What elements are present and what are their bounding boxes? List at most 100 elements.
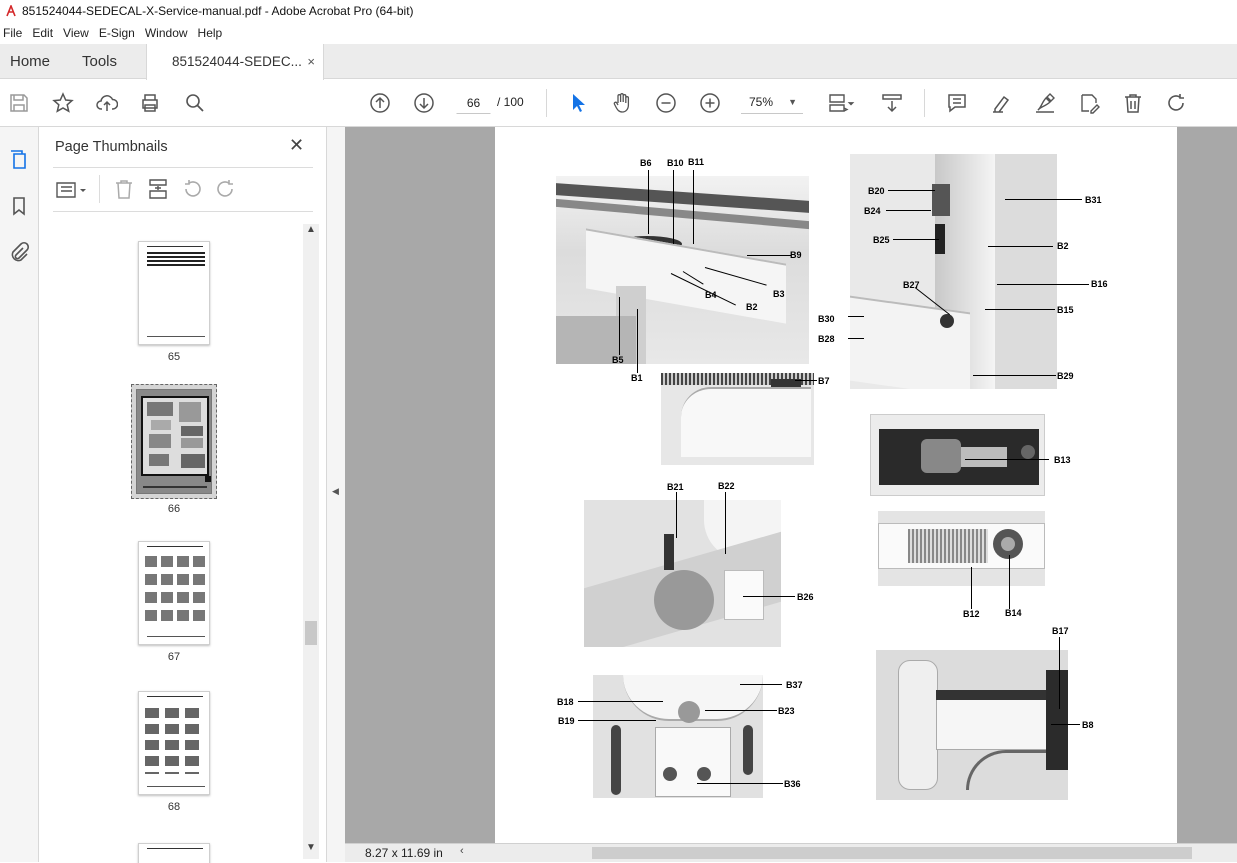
leader-line <box>648 170 649 234</box>
toolbar-divider <box>924 89 925 117</box>
menu-bar: File Edit View E-Sign Window Help <box>0 22 1237 44</box>
save-icon[interactable] <box>7 91 31 115</box>
callout-label: B7 <box>818 376 830 386</box>
leader-line <box>637 309 638 373</box>
callout-label: B15 <box>1057 305 1074 315</box>
callout-label: B10 <box>667 158 684 168</box>
callout-label: B22 <box>718 481 735 491</box>
leader-line <box>886 210 931 211</box>
upload-cloud-icon[interactable] <box>95 91 119 115</box>
search-icon[interactable] <box>183 91 207 115</box>
close-icon[interactable]: ✕ <box>289 135 304 156</box>
comment-icon[interactable] <box>945 91 969 115</box>
leader-line <box>795 380 817 381</box>
panel-collapse-strip[interactable]: ◀ <box>326 127 345 862</box>
hand-tool-icon[interactable] <box>610 91 634 115</box>
tab-tools[interactable]: Tools <box>82 44 117 79</box>
attachments-paperclip-icon[interactable] <box>6 239 32 265</box>
zoom-in-icon[interactable] <box>698 91 722 115</box>
menu-help[interactable]: Help <box>193 26 228 40</box>
bookmarks-icon[interactable] <box>6 193 32 219</box>
menu-file[interactable]: File <box>0 26 27 40</box>
thumbnail-page-66-selected[interactable] <box>131 384 217 499</box>
zoom-value: 75% <box>749 95 774 109</box>
tab-close-icon[interactable]: × <box>307 44 315 79</box>
callout-label: B14 <box>1005 608 1022 618</box>
photo-belt <box>878 511 1045 586</box>
leader-line <box>997 284 1089 285</box>
scrollbar-thumb[interactable] <box>305 621 317 645</box>
horizontal-scrollbar-thumb[interactable] <box>592 847 1192 859</box>
callout-label: B31 <box>1085 195 1102 205</box>
thumbnail-scrollbar[interactable]: ▲ ▼ <box>303 224 319 859</box>
tab-bar: Home Tools 851524044-SEDEC... × <box>0 44 1237 80</box>
tab-home[interactable]: Home <box>10 44 50 79</box>
chevron-down-icon: ▼ <box>788 97 797 107</box>
callout-label: B25 <box>873 235 890 245</box>
leader-line <box>985 309 1055 310</box>
scroll-down-icon[interactable]: ▼ <box>306 842 316 853</box>
insert-page-icon[interactable] <box>147 177 169 204</box>
document-viewer[interactable]: B6 B10 B11 B9 B3 B4 B2 B5 B1 B7 B20 B24 … <box>345 127 1237 843</box>
page-thumbnails-icon[interactable] <box>6 147 32 173</box>
menu-window[interactable]: Window <box>140 26 193 40</box>
delete-trash-icon[interactable] <box>1121 91 1145 115</box>
sign-pen-icon[interactable] <box>1033 91 1057 115</box>
scroll-up-icon[interactable]: ▲ <box>306 224 316 235</box>
thumbnail-page-69[interactable] <box>138 843 210 863</box>
collapse-arrow-icon[interactable]: ◀ <box>332 486 339 497</box>
leader-line <box>676 492 677 538</box>
fit-page-dropdown-icon[interactable] <box>845 91 857 115</box>
thumbnail-page-68[interactable] <box>138 691 210 795</box>
redo-icon[interactable] <box>1165 91 1189 115</box>
tab-document-label: 851524044-SEDEC... <box>172 54 302 69</box>
callout-label: B36 <box>784 779 801 789</box>
panel-title: Page Thumbnails <box>55 139 168 155</box>
thumbnail-label: 66 <box>167 503 181 515</box>
scroll-mode-icon[interactable] <box>880 91 904 115</box>
rotate-right-icon[interactable] <box>215 177 237 204</box>
page-number-input[interactable]: 66 <box>456 92 491 114</box>
bookmark-star-icon[interactable] <box>51 91 75 115</box>
delete-page-icon[interactable] <box>113 177 135 204</box>
callout-label: B18 <box>557 697 574 707</box>
tab-document[interactable]: 851524044-SEDEC... × <box>146 44 324 80</box>
next-page-icon[interactable] <box>412 91 436 115</box>
leader-line <box>578 720 656 721</box>
thumbnail-label: 67 <box>167 651 181 663</box>
leader-line <box>697 783 783 784</box>
divider <box>53 211 313 212</box>
menu-view[interactable]: View <box>58 26 94 40</box>
leader-line <box>705 710 777 711</box>
acrobat-logo-icon <box>6 3 16 17</box>
leader-line <box>973 375 1056 376</box>
panel-toolbar <box>53 175 313 205</box>
thumbnail-label: 68 <box>167 801 181 813</box>
highlight-pen-icon[interactable] <box>989 91 1013 115</box>
leader-line <box>888 190 935 191</box>
leader-line <box>740 684 782 685</box>
edit-pdf-icon[interactable] <box>1077 91 1101 115</box>
print-icon[interactable] <box>138 91 162 115</box>
zoom-out-icon[interactable] <box>654 91 678 115</box>
menu-edit[interactable]: Edit <box>27 26 58 40</box>
thumbnail-list: 65 66 67 68 <box>40 223 304 863</box>
callout-label: B37 <box>786 680 803 690</box>
leader-line <box>971 567 972 609</box>
callout-label: B30 <box>818 314 835 324</box>
rotate-left-icon[interactable] <box>181 177 203 204</box>
thumbnail-page-65[interactable] <box>138 241 210 345</box>
callout-label: B3 <box>773 289 785 299</box>
leader-line <box>1051 724 1080 725</box>
thumbnail-options-icon[interactable] <box>55 178 89 202</box>
select-cursor-icon[interactable] <box>566 91 590 115</box>
zoom-select[interactable]: 75% ▼ <box>741 92 803 114</box>
leader-line <box>578 701 663 702</box>
menu-esign[interactable]: E-Sign <box>94 26 140 40</box>
scroll-left-icon[interactable]: ‹ <box>460 845 464 857</box>
main-toolbar <box>0 80 1237 127</box>
thumbnail-page-67[interactable] <box>138 541 210 645</box>
previous-page-icon[interactable] <box>368 91 392 115</box>
callout-label: B2 <box>746 302 758 312</box>
page-total-label: / 100 <box>497 95 524 109</box>
